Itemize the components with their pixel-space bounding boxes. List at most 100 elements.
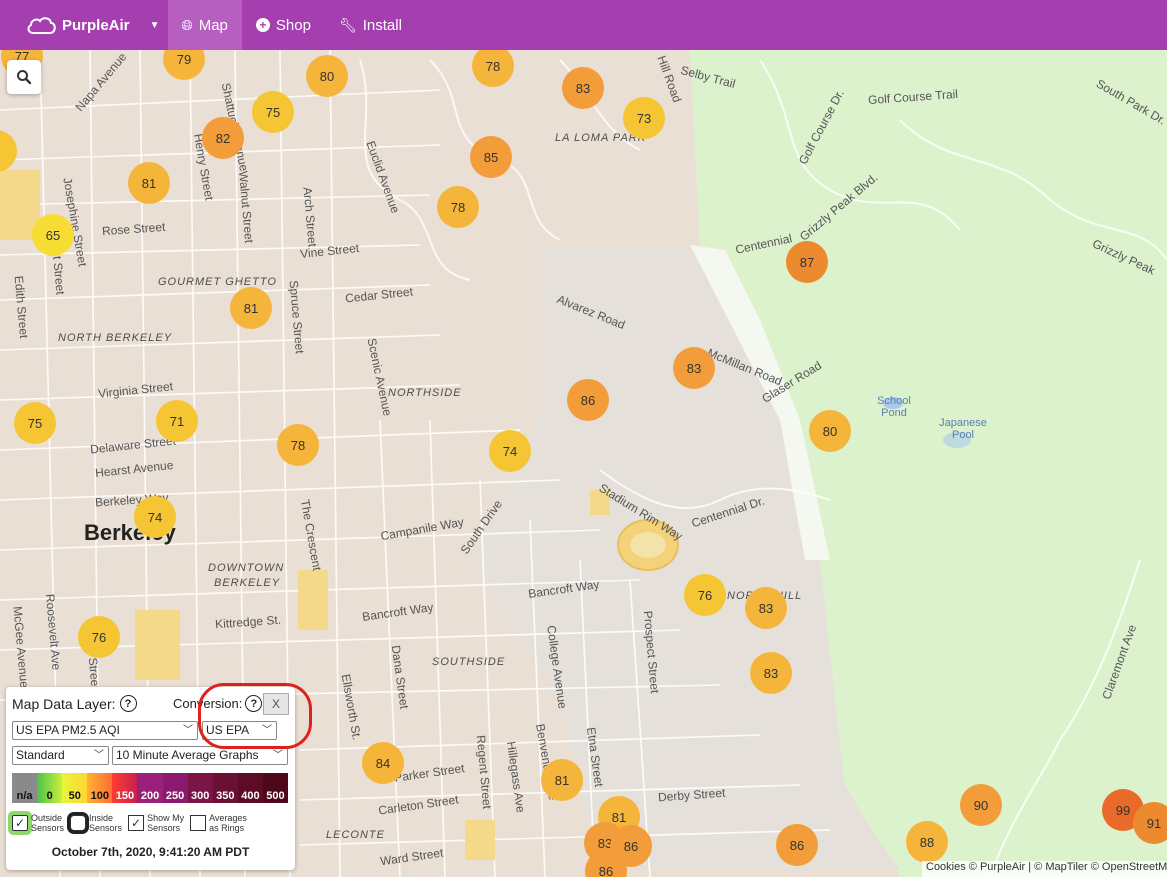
chevron-down-icon: ﹀: [183, 725, 193, 736]
averages-as-rings-toggle[interactable]: Averages as Rings: [190, 813, 247, 833]
brand-dropdown-caret-icon[interactable]: ▼: [148, 20, 162, 31]
nav-install[interactable]: 🔧︎ Install: [325, 0, 416, 50]
brand-logo[interactable]: PurpleAir: [0, 0, 130, 50]
sensor-marker[interactable]: 75: [252, 91, 294, 133]
scale-label: 200: [137, 773, 163, 803]
scale-label: n/a: [12, 773, 38, 803]
scale-label: 400: [237, 773, 263, 803]
sensor-marker[interactable]: 90: [960, 784, 1002, 826]
district-label: NORTHSIDE: [388, 387, 462, 399]
scale-label: 500: [262, 773, 289, 803]
conversion-row: Conversion: ?: [173, 695, 263, 712]
search-button[interactable]: [7, 60, 41, 94]
nav-map[interactable]: 🌐︎ Map: [167, 0, 242, 50]
sensor-marker[interactable]: 83: [745, 587, 787, 629]
sensor-marker[interactable]: 81: [230, 287, 272, 329]
aqi-color-scale: n/a 0 50 100 150 200 250 300 350 400 500: [12, 773, 289, 803]
scale-label: 250: [162, 773, 188, 803]
conversion-label: Conversion:: [173, 696, 243, 711]
water-label: Japanese Pool: [939, 417, 987, 441]
map-data-layer-row: Map Data Layer: ?: [12, 695, 137, 712]
sensor-marker[interactable]: 75: [14, 402, 56, 444]
sensor-marker[interactable]: 86: [776, 824, 818, 866]
layer-select[interactable]: US EPA PM2.5 AQI ﹀: [12, 721, 198, 740]
sensor-marker[interactable]: 91: [1133, 802, 1167, 844]
sensor-marker[interactable]: 80: [809, 410, 851, 452]
wrench-icon: 🔧︎: [338, 16, 357, 33]
sensor-toggles: ✓ Outside Sensors Inside Sensors ✓ Show My…: [12, 813, 247, 833]
sensor-marker[interactable]: 76: [78, 616, 120, 658]
scale-label: 350: [212, 773, 238, 803]
sensor-marker[interactable]: 86: [567, 379, 609, 421]
cloud-icon: [27, 17, 56, 34]
checkbox-label: Outside Sensors: [31, 813, 65, 833]
sensor-marker[interactable]: 83: [562, 67, 604, 109]
chevron-down-icon: ﹀: [273, 750, 283, 761]
district-label: GOURMET GHETTO: [158, 276, 277, 288]
chevron-down-icon: ﹀: [94, 750, 104, 761]
sensor-marker[interactable]: 78: [437, 186, 479, 228]
sensor-marker[interactable]: 74: [134, 496, 176, 538]
sensor-marker[interactable]: 71: [156, 400, 198, 442]
scale-label: 100: [87, 773, 113, 803]
checkbox-label: Show My Sensors: [147, 813, 185, 833]
district-label: DOWNTOWN: [208, 562, 285, 574]
mode-select[interactable]: Standard ﹀: [12, 746, 109, 765]
data-timestamp: October 7th, 2020, 9:41:20 AM PDT: [51, 845, 250, 859]
brand-name: PurpleAir: [62, 16, 130, 34]
outside-sensors-toggle[interactable]: ✓ Outside Sensors: [12, 813, 64, 833]
sensor-marker[interactable]: 82: [202, 117, 244, 159]
district-label: NORTH BERKELEY: [58, 332, 173, 344]
sensor-marker[interactable]: 85: [470, 136, 512, 178]
sensor-marker[interactable]: 78: [277, 424, 319, 466]
sensor-marker[interactable]: 81: [128, 162, 170, 204]
conversion-help-icon[interactable]: ?: [245, 695, 263, 712]
map-attribution[interactable]: Cookies © PurpleAir | © MapTiler © OpenS…: [922, 861, 1167, 877]
sensor-marker[interactable]: 88: [906, 821, 948, 863]
sensor-marker[interactable]: 80: [306, 55, 348, 97]
globe-icon: 🌐︎: [181, 16, 193, 33]
scale-label: 50: [62, 773, 88, 803]
show-my-sensors-toggle[interactable]: ✓ Show My Sensors: [128, 813, 184, 833]
close-panel-button[interactable]: X: [263, 693, 289, 715]
sensor-marker[interactable]: 73: [623, 97, 665, 139]
sensor-marker[interactable]: 74: [489, 430, 531, 472]
conversion-select[interactable]: US EPA ﹀: [202, 721, 277, 740]
sensor-marker[interactable]: 65: [32, 214, 74, 256]
nav-install-label: Install: [362, 16, 402, 34]
sensor-marker[interactable]: 87: [786, 241, 828, 283]
map-layer-help-icon[interactable]: ?: [119, 695, 137, 712]
conversion-select-value: US EPA: [206, 723, 250, 737]
district-label: LECONTE: [326, 829, 385, 841]
sensor-marker[interactable]: 83: [673, 347, 715, 389]
chevron-down-icon: ﹀: [262, 725, 272, 736]
scale-label: 150: [112, 773, 138, 803]
magnifier-icon: [17, 70, 32, 85]
district-label: BERKELEY: [214, 577, 281, 589]
sensor-marker[interactable]: 84: [362, 742, 404, 784]
water-label: School Pond: [877, 395, 911, 419]
sensor-marker[interactable]: 76: [684, 574, 726, 616]
mode-select-value: Standard: [16, 748, 65, 762]
district-label: SOUTHSIDE: [432, 656, 506, 668]
graph-select[interactable]: 10 Minute Average Graphs ﹀: [112, 746, 288, 765]
checkbox-label: Averages as Rings: [209, 813, 247, 833]
sensor-marker[interactable]: 81: [541, 759, 583, 801]
layer-select-value: US EPA PM2.5 AQI: [16, 723, 120, 737]
scale-label: 0: [37, 773, 63, 803]
checkbox-label: Inside Sensors: [89, 813, 123, 833]
inside-sensors-toggle[interactable]: Inside Sensors: [70, 813, 122, 833]
show-my-sensors-checkbox[interactable]: ✓: [128, 815, 145, 831]
inside-sensors-checkbox[interactable]: [70, 815, 87, 831]
nav-map-label: Map: [198, 16, 228, 34]
plus-circle-icon: +: [255, 18, 270, 32]
outside-sensors-checkbox[interactable]: ✓: [12, 815, 28, 831]
scale-label: 300: [187, 773, 213, 803]
nav-shop[interactable]: + Shop: [242, 0, 325, 50]
top-navbar: PurpleAir ▼ 🌐︎ Map + Shop 🔧︎ Install: [0, 0, 1167, 50]
averages-as-rings-checkbox[interactable]: [190, 815, 207, 831]
map-data-layer-label: Map Data Layer:: [12, 695, 116, 712]
graph-select-value: 10 Minute Average Graphs: [116, 748, 259, 762]
sensor-marker[interactable]: 83: [750, 652, 792, 694]
nav-shop-label: Shop: [275, 16, 311, 34]
